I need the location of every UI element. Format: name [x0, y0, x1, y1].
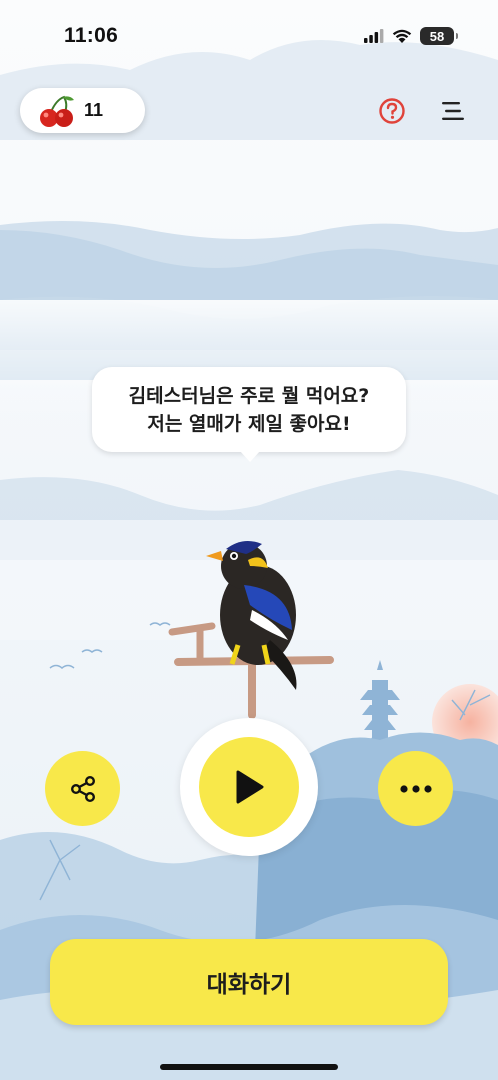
menu-icon[interactable] [440, 98, 466, 124]
speech-line-1: 김테스터님은 주로 뭘 먹어요? [128, 384, 370, 407]
more-button[interactable] [378, 751, 453, 826]
status-time: 11:06 [64, 24, 119, 47]
wifi-icon [392, 29, 412, 43]
cherry-icon [40, 95, 74, 127]
background-scenery [0, 0, 498, 1080]
play-icon [236, 770, 264, 804]
status-icons: 58 [364, 27, 458, 45]
talk-button[interactable]: 대화하기 [50, 939, 448, 1025]
play-button[interactable] [199, 737, 299, 837]
more-icon [399, 784, 432, 793]
cherry-counter[interactable]: 11 [20, 88, 145, 133]
speech-bubble: 김테스터님은 주로 뭘 먹어요? 저는 열매가 제일 좋아요! [92, 367, 406, 462]
status-bar: 11:06 58 [0, 0, 498, 75]
speech-line-2: 저는 열매가 제일 좋아요! [147, 412, 351, 435]
cherry-count: 11 [84, 100, 104, 120]
home-indicator[interactable] [160, 1064, 338, 1070]
signal-icon [364, 29, 384, 43]
share-button[interactable] [45, 751, 120, 826]
battery-indicator: 58 [420, 27, 458, 45]
share-icon [70, 775, 95, 802]
help-icon[interactable] [378, 97, 406, 125]
